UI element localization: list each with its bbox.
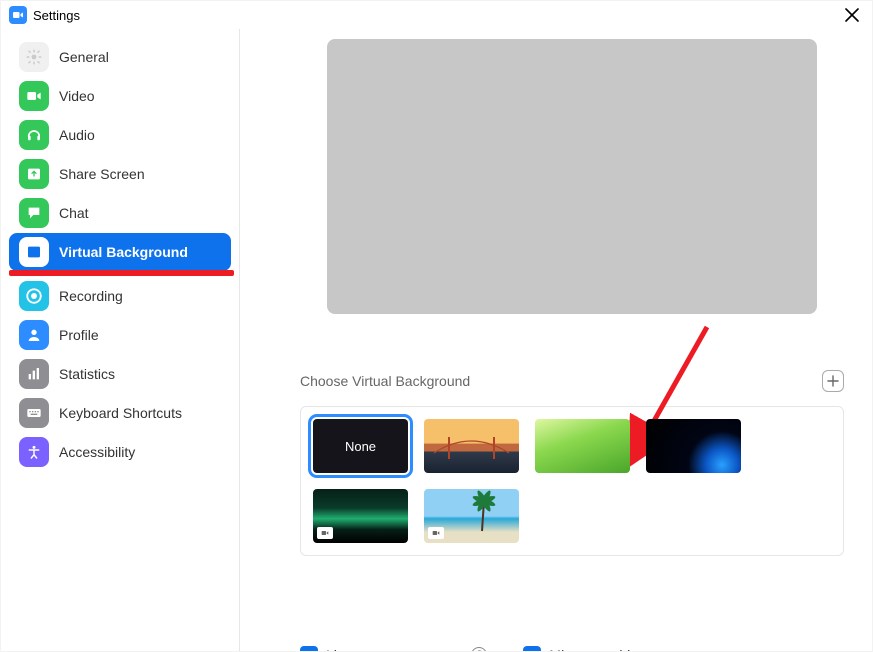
app-icon [9,6,27,24]
sidebar-item-label: Chat [59,205,89,221]
accessibility-icon [19,437,49,467]
sidebar-item-label: Recording [59,288,123,304]
none-label: None [345,439,376,454]
sidebar-item-label: General [59,49,109,65]
sidebar-item-label: Share Screen [59,166,145,182]
mirror-video-option[interactable]: Mirror my video [523,646,645,652]
annotation-underline [9,270,234,276]
sidebar-item-chat[interactable]: Chat [9,194,231,232]
sidebar-item-label: Accessibility [59,444,135,460]
section-title: Choose Virtual Background [300,373,470,389]
background-grid: None [300,406,844,556]
sidebar-item-label: Audio [59,127,95,143]
sidebar-item-label: Keyboard Shortcuts [59,405,182,421]
sidebar-item-video[interactable]: Video [9,77,231,115]
background-earth-space[interactable] [646,419,741,473]
record-icon [19,281,49,311]
virtual-background-panel: Choose Virtual Background None I have a … [240,29,872,651]
window-title: Settings [33,8,80,23]
settings-sidebar: General Video Audio Share Screen Chat Virtual… [1,29,239,651]
share-icon [19,159,49,189]
video-preview [327,39,817,314]
sidebar-item-recording[interactable]: Recording [9,277,231,315]
chat-icon [19,198,49,228]
profile-icon [19,320,49,350]
green-screen-label: I have a green screen [326,647,461,652]
sidebar-item-label: Virtual Background [59,244,188,260]
sidebar-item-virtual-background[interactable]: Virtual Background [9,233,231,271]
sidebar-item-label: Profile [59,327,99,343]
background-grass[interactable] [535,419,630,473]
sidebar-item-general[interactable]: General [9,38,231,76]
background-beach[interactable] [424,489,519,543]
gear-icon [19,42,49,72]
sidebar-item-audio[interactable]: Audio [9,116,231,154]
sidebar-item-keyboard-shortcuts[interactable]: Keyboard Shortcuts [9,394,231,432]
sidebar-item-label: Statistics [59,366,115,382]
green-screen-option[interactable]: I have a green screen ? [300,646,487,652]
stats-icon [19,359,49,389]
background-golden-gate[interactable] [424,419,519,473]
sidebar-item-label: Video [59,88,95,104]
background-none[interactable]: None [313,419,408,473]
audio-icon [19,120,49,150]
sidebar-item-profile[interactable]: Profile [9,316,231,354]
keyboard-icon [19,398,49,428]
video-badge-icon [428,527,444,539]
sidebar-item-share-screen[interactable]: Share Screen [9,155,231,193]
sidebar-item-accessibility[interactable]: Accessibility [9,433,231,471]
video-badge-icon [317,527,333,539]
green-screen-checkbox[interactable] [300,646,318,652]
help-icon[interactable]: ? [471,647,487,652]
titlebar: Settings [1,1,872,29]
add-background-button[interactable] [822,370,844,392]
mirror-checkbox[interactable] [523,646,541,652]
mirror-label: Mirror my video [549,647,645,652]
close-button[interactable] [840,3,864,27]
sidebar-item-statistics[interactable]: Statistics [9,355,231,393]
video-icon [19,81,49,111]
background-aurora[interactable] [313,489,408,543]
person-icon [19,237,49,267]
